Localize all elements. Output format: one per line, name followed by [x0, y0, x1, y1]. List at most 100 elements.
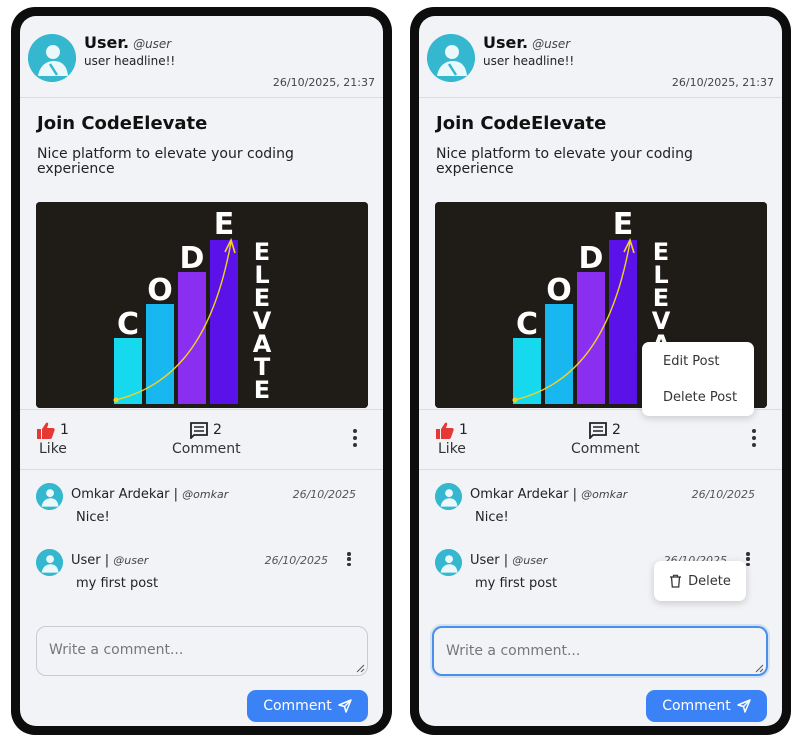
comment-item: User | @user 26/10/2025 my first post: [36, 549, 356, 593]
post-description: Nice platform to elevate your coding exp…: [436, 146, 693, 177]
avatar-person-icon: [36, 549, 63, 576]
logo-letter-o: O: [147, 273, 173, 308]
post-image[interactable]: C O D E ELEVATE: [36, 202, 368, 408]
avatar-person-icon: [435, 549, 462, 576]
comment-text: my first post: [475, 576, 558, 591]
codeelevate-logo-image: C O D E ELEVATE: [36, 202, 368, 408]
avatar-person-icon: [28, 34, 76, 82]
comment-avatar[interactable]: [36, 549, 63, 576]
comment-author[interactable]: Omkar Ardekar | @omkar: [470, 487, 627, 502]
comment-separator: |: [568, 487, 582, 502]
post-timestamp: 26/10/2025, 21:37: [671, 76, 774, 89]
logo-letter-d: D: [579, 241, 604, 276]
comment-input[interactable]: Write a comment...: [432, 626, 768, 676]
comment-button[interactable]: Comment: [172, 441, 241, 457]
comment-handle: @omkar: [581, 488, 628, 501]
comment-text: my first post: [76, 576, 159, 591]
user-avatar[interactable]: [28, 34, 76, 82]
comment-icon[interactable]: [190, 422, 208, 439]
submit-comment-button[interactable]: Comment: [247, 690, 368, 722]
comment-text: Nice!: [76, 510, 110, 525]
avatar-person-icon: [36, 483, 63, 510]
post-header: User. @user user headline!! 26/10/2025, 2…: [419, 16, 782, 98]
post-title: Join CodeElevate: [436, 113, 607, 134]
comment-avatar[interactable]: [36, 483, 63, 510]
post-options-menu: Edit Post Delete Post: [642, 342, 754, 416]
user-handle: @user: [532, 37, 571, 51]
comment-handle: @user: [113, 554, 149, 567]
post-timestamp: 26/10/2025, 21:37: [272, 76, 375, 89]
comment-icon[interactable]: [589, 422, 607, 439]
comment-handle: @user: [512, 554, 548, 567]
comment-separator: |: [169, 487, 183, 502]
comment-author[interactable]: User | @user: [470, 553, 547, 568]
post-card: User. @user user headline!! 26/10/2025, 2…: [20, 16, 383, 726]
edit-post-menu-item[interactable]: Edit Post: [663, 354, 720, 369]
comment-date: 26/10/2025: [264, 554, 328, 567]
user-name-text: User.: [483, 33, 529, 52]
comment-options-icon[interactable]: [342, 550, 356, 568]
logo-letter-c: C: [117, 307, 139, 342]
post-options-icon[interactable]: [348, 427, 362, 449]
like-count: 1: [60, 422, 69, 438]
logo-letter-o: O: [546, 273, 572, 308]
logo-letter-d: D: [180, 241, 205, 276]
comment-author[interactable]: User | @user: [71, 553, 148, 568]
comment-button[interactable]: Comment: [571, 441, 640, 457]
like-button[interactable]: Like: [39, 441, 67, 457]
resize-grip-icon[interactable]: [755, 664, 764, 673]
submit-comment-label: Comment: [662, 698, 731, 714]
post-actions-bar: 1 Like 2 Comment: [419, 409, 782, 470]
comment-date: 26/10/2025: [691, 488, 755, 501]
user-avatar[interactable]: [427, 34, 475, 82]
comment-input[interactable]: Write a comment...: [36, 626, 368, 676]
phone-frame-left: User. @user user headline!! 26/10/2025, 2…: [11, 7, 392, 735]
avatar-person-icon: [427, 34, 475, 82]
resize-grip-icon[interactable]: [356, 664, 365, 673]
comment-author-name: User: [71, 553, 101, 568]
comment-count: 2: [213, 422, 222, 438]
comment-author[interactable]: Omkar Ardekar | @omkar: [71, 487, 228, 502]
comment-author-name: Omkar Ardekar: [470, 487, 569, 502]
post-description: Nice platform to elevate your coding exp…: [37, 146, 294, 177]
post-actions-bar: 1 Like 2 Comment: [20, 409, 383, 470]
send-icon: [737, 699, 751, 713]
user-name[interactable]: User. @user: [483, 33, 570, 52]
post-options-icon[interactable]: [747, 427, 761, 449]
comment-text: Nice!: [475, 510, 509, 525]
phone-frame-right: User. @user user headline!! 26/10/2025, 2…: [410, 7, 791, 735]
user-name[interactable]: User. @user: [84, 33, 171, 52]
comment-avatar[interactable]: [435, 483, 462, 510]
comment-handle: @omkar: [182, 488, 229, 501]
trash-icon: [670, 574, 682, 588]
comment-avatar[interactable]: [435, 549, 462, 576]
logo-letter-c: C: [516, 307, 538, 342]
post-title: Join CodeElevate: [37, 113, 208, 134]
comment-count: 2: [612, 422, 621, 438]
logo-letter-e: E: [214, 207, 235, 242]
delete-comment-label: Delete: [688, 573, 731, 589]
submit-comment-button[interactable]: Comment: [646, 690, 767, 722]
comment-author-name: Omkar Ardekar: [71, 487, 170, 502]
user-headline: user headline!!: [483, 54, 575, 68]
logo-letter-e: E: [613, 207, 634, 242]
comment-separator: |: [100, 553, 114, 568]
post-card: User. @user user headline!! 26/10/2025, 2…: [419, 16, 782, 726]
like-button[interactable]: Like: [438, 441, 466, 457]
send-icon: [338, 699, 352, 713]
thumbs-up-icon[interactable]: [37, 422, 55, 439]
submit-comment-label: Comment: [263, 698, 332, 714]
comment-separator: |: [499, 553, 513, 568]
comment-date: 26/10/2025: [292, 488, 356, 501]
like-count: 1: [459, 422, 468, 438]
comment-item: Omkar Ardekar | @omkar 26/10/2025 Nice!: [36, 483, 356, 527]
avatar-person-icon: [435, 483, 462, 510]
post-header: User. @user user headline!! 26/10/2025, 2…: [20, 16, 383, 98]
user-handle: @user: [133, 37, 172, 51]
comment-author-name: User: [470, 553, 500, 568]
logo-vertical-letter: E: [254, 376, 270, 404]
thumbs-up-icon[interactable]: [436, 422, 454, 439]
delete-post-menu-item[interactable]: Delete Post: [663, 390, 737, 405]
delete-comment-menu-item[interactable]: Delete: [654, 561, 746, 601]
comment-item: Omkar Ardekar | @omkar 26/10/2025 Nice!: [435, 483, 755, 527]
